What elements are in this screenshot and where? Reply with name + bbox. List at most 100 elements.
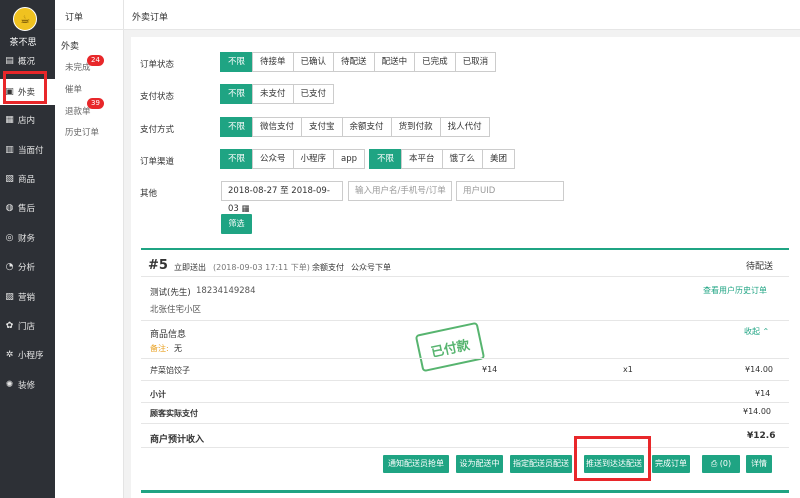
nav-item-marketing[interactable]: ▨ 营销	[0, 284, 55, 310]
divider	[141, 276, 789, 277]
subnav-section: 外卖	[61, 42, 80, 52]
subnav-item-history[interactable]: 历史订单	[65, 126, 99, 138]
user-history-link[interactable]: 查看用户历史订单	[703, 285, 767, 296]
set-delivering-button[interactable]: 设为配送中	[456, 455, 503, 473]
filter-submit-button[interactable]: 筛选	[221, 214, 252, 234]
unfinished-badge: 24	[87, 55, 104, 66]
dashboard-icon: ▤	[5, 56, 14, 66]
platform-option[interactable]: 不限	[369, 149, 403, 169]
nav-item-store[interactable]: ▦ 店内	[0, 107, 55, 133]
paid-value: ¥14.00	[743, 407, 771, 416]
nav-label: 当面付	[18, 146, 44, 156]
subtotal-value: ¥14	[755, 389, 771, 398]
order-pay-method: 余额支付	[312, 263, 344, 272]
pay-method-option[interactable]: 余额支付	[341, 117, 392, 137]
order-status-option[interactable]: 待配送	[333, 52, 375, 72]
divider	[141, 358, 789, 359]
subnav-item-refund[interactable]: 退款单	[65, 105, 91, 117]
filter-label-pay-method: 支付方式	[140, 125, 175, 135]
nav-item-miniprogram[interactable]: ✲ 小程序	[0, 342, 55, 368]
pay-method-option[interactable]: 货到付款	[390, 117, 441, 137]
order-status-option[interactable]: 待接单	[252, 52, 294, 72]
order-source: 公众号下单	[351, 263, 391, 272]
collapse-link[interactable]: 收起 ⌃	[744, 326, 769, 337]
item-price: ¥14	[482, 365, 498, 374]
income-label: 商户预计收入	[150, 435, 205, 445]
nav-item-aftersale[interactable]: ◍ 售后	[0, 195, 55, 221]
channel-option[interactable]: 不限	[220, 149, 254, 169]
order-status-option[interactable]: 已取消	[454, 52, 497, 72]
channel-option[interactable]: 公众号	[252, 149, 294, 169]
channel-option[interactable]: app	[333, 149, 366, 169]
order-status-option[interactable]: 已确认	[292, 52, 335, 72]
nav-item-analysis[interactable]: ◔ 分析	[0, 254, 55, 280]
goods-title: 商品信息	[150, 330, 187, 340]
subnav-item-reminder[interactable]: 催单	[65, 83, 82, 95]
user-search-input[interactable]: 输入用户名/手机号/订单	[348, 181, 452, 201]
miniprogram-icon: ✲	[5, 350, 14, 360]
pay-method-option[interactable]: 支付宝	[301, 117, 343, 137]
divider	[141, 423, 789, 424]
order-status: 待配送	[746, 262, 774, 272]
nav-label: 营销	[18, 293, 36, 303]
uid-input[interactable]: 用户UID	[456, 181, 564, 201]
platform-option[interactable]: 本平台	[401, 149, 443, 169]
filter-label-channel: 订单渠道	[140, 157, 175, 167]
order-status-option[interactable]: 不限	[220, 52, 254, 72]
complete-order-button[interactable]: 完成订单	[652, 455, 690, 473]
nav-item-decorate[interactable]: ✺ 装修	[0, 372, 55, 398]
nav-label: 财务	[18, 234, 36, 244]
pay-method-segment: 不限 微信支付 支付宝 余额支付 货到付款 找人代付	[220, 117, 490, 137]
divider	[141, 402, 789, 403]
divider	[141, 320, 789, 321]
assign-courier-button[interactable]: 指定配送员配送	[510, 455, 572, 473]
sub-sidebar: 订单 外卖 未完成 24 催单 退款单 39 历史订单	[55, 0, 124, 498]
brand-name: 茶不思	[9, 38, 37, 48]
pay-status-option[interactable]: 不限	[220, 84, 254, 104]
goods-icon: ▧	[5, 174, 14, 184]
notify-courier-button[interactable]: 通知配送员抢单	[383, 455, 449, 473]
platform-option[interactable]: 饿了么	[441, 149, 484, 169]
print-button[interactable]: ⎙ (0)	[702, 455, 740, 473]
filter-label-pay-status: 支付状态	[140, 92, 175, 102]
pay-method-option[interactable]: 找人代付	[439, 117, 490, 137]
nav-label: 商品	[18, 175, 36, 185]
page-title: 外卖订单	[132, 13, 169, 23]
divider	[141, 447, 789, 448]
pay-method-option[interactable]: 不限	[220, 117, 254, 137]
highlight-box	[574, 436, 651, 481]
nav-label: 门店	[18, 322, 36, 332]
brand-logo[interactable]: ☕	[13, 7, 37, 31]
analysis-icon: ◔	[5, 262, 14, 272]
order-status-segment: 不限 待接单 已确认 待配送 配送中 已完成 已取消	[220, 52, 497, 72]
order-time: (2018-09-03 17:11 下单)	[213, 263, 310, 272]
item-name: 芹菜馅饺子	[150, 366, 190, 375]
platform-option[interactable]: 美团	[482, 149, 516, 169]
item-total: ¥14.00	[745, 365, 773, 374]
nav-label: 概况	[18, 57, 36, 67]
order-status-option[interactable]: 已完成	[414, 52, 456, 72]
remark-value: 无	[174, 344, 182, 353]
date-range-input[interactable]: 2018-08-27 至 2018-09-03 ▦	[221, 181, 343, 214]
pay-status-option[interactable]: 未支付	[252, 84, 294, 104]
calendar-icon: ▦	[241, 204, 250, 214]
nav-label: 售后	[18, 204, 36, 214]
channel-option[interactable]: 小程序	[292, 149, 335, 169]
details-button[interactable]: 详情	[746, 455, 772, 473]
logo-icon: ☕	[20, 12, 30, 26]
pay-method-option[interactable]: 微信支付	[252, 117, 303, 137]
channel-segment-b: 不限 本平台 饿了么 美团	[369, 149, 516, 169]
order-number: #5	[148, 258, 168, 273]
printer-icon: ⎙	[710, 459, 718, 468]
nav-item-finance[interactable]: ◎ 财务	[0, 225, 55, 251]
pay-status-option[interactable]: 已支付	[292, 84, 335, 104]
marketing-icon: ▨	[5, 292, 14, 302]
channel-segment-a: 不限 公众号 小程序 app	[220, 149, 366, 169]
order-type: 立即送出	[174, 263, 206, 272]
nav-item-goods[interactable]: ▧ 商品	[0, 166, 55, 192]
store-icon: ▦	[5, 115, 14, 125]
order-status-option[interactable]: 配送中	[373, 52, 416, 72]
finance-icon: ◎	[5, 233, 14, 243]
nav-item-pay[interactable]: ▥ 当面付	[0, 137, 55, 163]
nav-item-shop[interactable]: ✿ 门店	[0, 313, 55, 339]
